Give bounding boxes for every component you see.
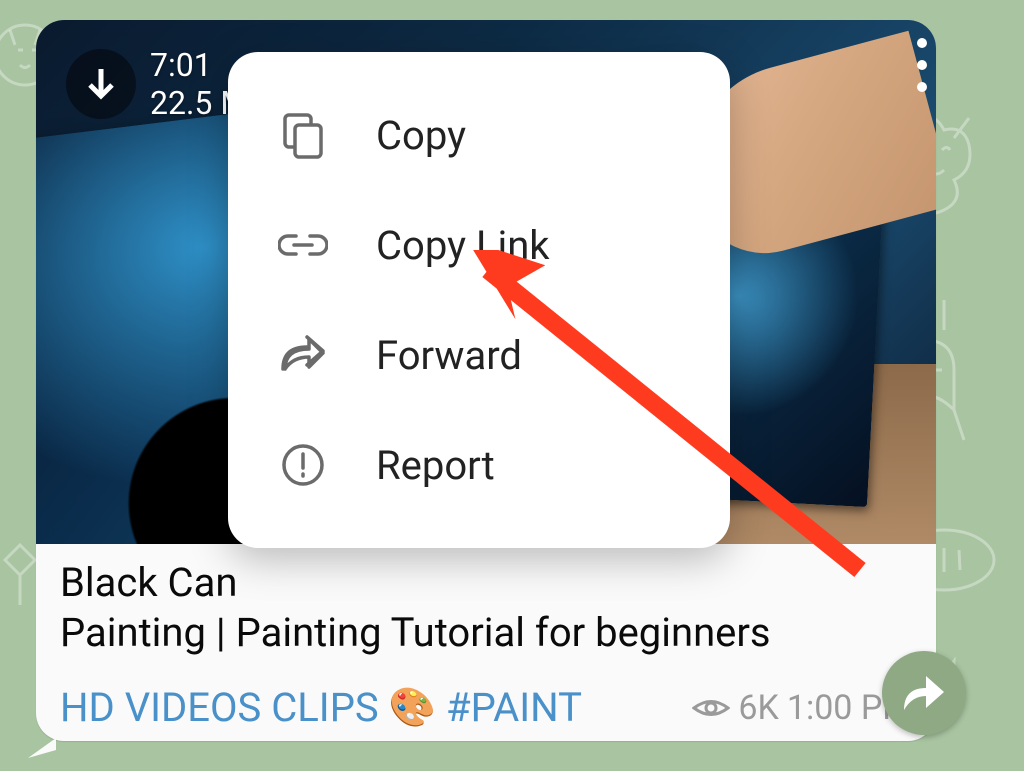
- report-icon: [278, 440, 328, 490]
- channel-link[interactable]: HD VIDEOS CLIPS: [60, 684, 379, 731]
- palette-emoji: 🎨: [389, 686, 436, 730]
- menu-item-copy-link[interactable]: Copy Link: [228, 190, 730, 300]
- menu-item-forward[interactable]: Forward: [228, 300, 730, 410]
- download-icon[interactable]: [66, 49, 136, 119]
- video-download-badge[interactable]: 7:01 22.5 M: [66, 46, 248, 123]
- view-count: 6K: [738, 688, 778, 728]
- share-button[interactable]: [882, 651, 966, 735]
- menu-item-report[interactable]: Report: [228, 410, 730, 520]
- menu-label-report: Report: [376, 442, 495, 489]
- caption-title: Black CanPainting | Painting Tutorial fo…: [60, 558, 912, 658]
- menu-label-forward: Forward: [376, 332, 522, 379]
- menu-item-copy[interactable]: Copy: [228, 80, 730, 190]
- more-options-button[interactable]: [902, 38, 942, 92]
- message-caption: Black CanPainting | Painting Tutorial fo…: [36, 544, 936, 741]
- share-icon: [902, 674, 946, 712]
- hashtag-link[interactable]: #PAINT: [446, 684, 582, 731]
- context-menu: Copy Copy Link Forward Report: [228, 52, 730, 548]
- menu-label-copy-link: Copy Link: [376, 222, 550, 269]
- eye-icon: [692, 695, 730, 721]
- forward-icon: [278, 330, 328, 380]
- caption-link-row[interactable]: HD VIDEOS CLIPS 🎨 #PAINT: [60, 684, 582, 731]
- link-icon: [278, 220, 328, 270]
- message-stats: 6K 1:00 PM: [692, 688, 912, 728]
- copy-icon: [278, 110, 328, 160]
- menu-label-copy: Copy: [376, 112, 466, 159]
